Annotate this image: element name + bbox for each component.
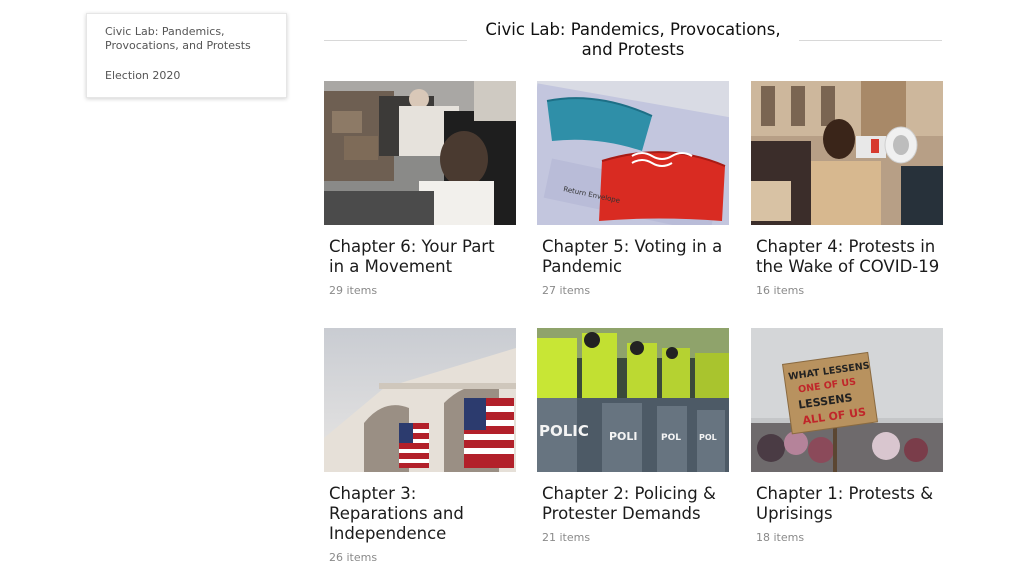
chapter-6-thumbnail[interactable] (324, 81, 516, 225)
chapter-4-thumbnail[interactable] (751, 81, 943, 225)
svg-text:POLIC: POLIC (539, 422, 589, 440)
chapter-1-thumbnail[interactable]: WHAT LESSENS ONE OF US LESSENS ALL OF US (751, 328, 943, 472)
chapter-1-item-count: 18 items (756, 531, 805, 544)
chapter-card-1[interactable]: WHAT LESSENS ONE OF US LESSENS ALL OF US… (751, 328, 943, 544)
chapter-card-3[interactable]: Chapter 3: Reparations and Independence … (324, 328, 516, 564)
page-title: Civic Lab: Pandemics, Provocations, and … (485, 20, 781, 59)
header-divider-right (799, 40, 942, 41)
chapter-3-item-count: 26 items (329, 551, 378, 564)
sidebar: Civic Lab: Pandemics, Provocations, and … (86, 13, 287, 98)
svg-text:POLI: POLI (609, 430, 638, 443)
chapter-4-item-count: 16 items (756, 284, 805, 297)
chapter-1-title[interactable]: Chapter 1: Protests & Uprisings (756, 484, 941, 524)
svg-text:POL: POL (661, 433, 681, 443)
chapter-3-thumbnail[interactable] (324, 328, 516, 472)
chapter-2-item-count: 21 items (542, 531, 591, 544)
chapter-6-item-count: 29 items (329, 284, 378, 297)
chapter-card-5[interactable]: Return Envelope Chapter 5: Voting in a P… (537, 81, 729, 297)
chapter-6-title[interactable]: Chapter 6: Your Part in a Movement (329, 237, 514, 277)
header-divider-left (324, 40, 467, 41)
chapter-card-6[interactable]: Chapter 6: Your Part in a Movement 29 it… (324, 81, 516, 297)
page-header: Civic Lab: Pandemics, Provocations, and … (324, 20, 942, 64)
chapter-4-title[interactable]: Chapter 4: Protests in the Wake of COVID… (756, 237, 941, 277)
chapter-3-title[interactable]: Chapter 3: Reparations and Independence (329, 484, 514, 544)
chapter-card-4[interactable]: Chapter 4: Protests in the Wake of COVID… (751, 81, 943, 297)
chapter-card-2[interactable]: POLIC POLI POL POL Chapter 2: Policing &… (537, 328, 729, 544)
chapter-2-thumbnail[interactable]: POLIC POLI POL POL (537, 328, 729, 472)
svg-text:POL: POL (699, 433, 717, 442)
chapter-5-item-count: 27 items (542, 284, 591, 297)
sidebar-item-election-2020[interactable]: Election 2020 (105, 69, 272, 83)
chapter-2-title[interactable]: Chapter 2: Policing & Protester Demands (542, 484, 727, 524)
sidebar-item-civic-lab[interactable]: Civic Lab: Pandemics, Provocations, and … (105, 25, 272, 53)
chapter-5-thumbnail[interactable]: Return Envelope (537, 81, 729, 225)
chapter-5-title[interactable]: Chapter 5: Voting in a Pandemic (542, 237, 727, 277)
